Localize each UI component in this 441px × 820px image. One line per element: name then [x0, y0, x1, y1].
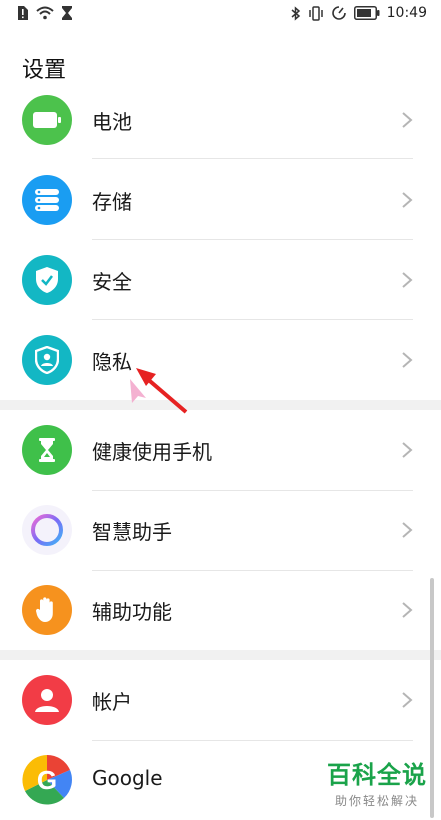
status-icons-right: 10:49 [291, 5, 427, 21]
hand-icon [22, 585, 72, 635]
settings-item-label: 智慧助手 [92, 520, 172, 544]
svg-text:G: G [37, 765, 57, 795]
vibrate-icon [308, 5, 323, 21]
settings-item-label: 健康使用手机 [92, 440, 212, 464]
chevron-right-icon [402, 352, 413, 368]
watermark-subtitle: 助你轻松解决 [334, 794, 419, 808]
settings-item-label: 辅助功能 [92, 600, 172, 624]
settings-item-battery[interactable]: 电池 [0, 80, 441, 160]
data-saver-icon [331, 6, 346, 20]
bluetooth-icon [291, 5, 300, 21]
chevron-right-icon [402, 692, 413, 708]
settings-item-label: Google [92, 766, 163, 790]
status-icons-left [16, 6, 72, 20]
google-icon: G [22, 755, 72, 805]
settings-item-accounts[interactable]: 帐户 [0, 660, 441, 740]
divider [92, 158, 413, 159]
storage-icon [22, 175, 72, 225]
chevron-right-icon [402, 522, 413, 538]
settings-item-accessibility[interactable]: 辅助功能 [0, 570, 441, 650]
assistant-ring-icon [22, 505, 72, 555]
settings-item-label: 安全 [92, 270, 132, 294]
settings-item-security[interactable]: 安全 [0, 240, 441, 320]
chevron-right-icon [402, 112, 413, 128]
settings-item-privacy[interactable]: 隐私 [0, 320, 441, 400]
scrollbar[interactable] [430, 578, 434, 818]
chevron-right-icon [402, 442, 413, 458]
settings-item-label: 隐私 [92, 350, 132, 374]
shield-check-icon [22, 255, 72, 305]
settings-item-label: 电池 [92, 110, 132, 134]
chevron-right-icon [402, 192, 413, 208]
status-bar: 10:49 [0, 0, 441, 28]
hourglass-icon [62, 6, 72, 20]
section-separator [0, 400, 441, 410]
hourglass-icon [22, 425, 72, 475]
wifi-icon [36, 6, 54, 20]
battery-icon [353, 6, 380, 20]
watermark-title: 百科全说 [327, 761, 427, 789]
chevron-right-icon [402, 602, 413, 618]
battery-icon [22, 95, 72, 145]
chevron-right-icon [402, 272, 413, 288]
settings-item-label: 存储 [92, 190, 132, 214]
user-icon [22, 675, 72, 725]
settings-item-label: 帐户 [92, 690, 132, 714]
status-time: 10:49 [386, 5, 427, 21]
settings-item-assistant[interactable]: 智慧助手 [0, 490, 441, 570]
privacy-shield-icon [22, 335, 72, 385]
touch-cursor-icon [130, 379, 146, 403]
watermark: 百科全说 助你轻松解决 [327, 755, 427, 809]
settings-item-digital-health[interactable]: 健康使用手机 [0, 410, 441, 490]
sim-alert-icon [18, 6, 28, 20]
section-separator [0, 650, 441, 660]
settings-item-storage[interactable]: 存储 [0, 160, 441, 240]
